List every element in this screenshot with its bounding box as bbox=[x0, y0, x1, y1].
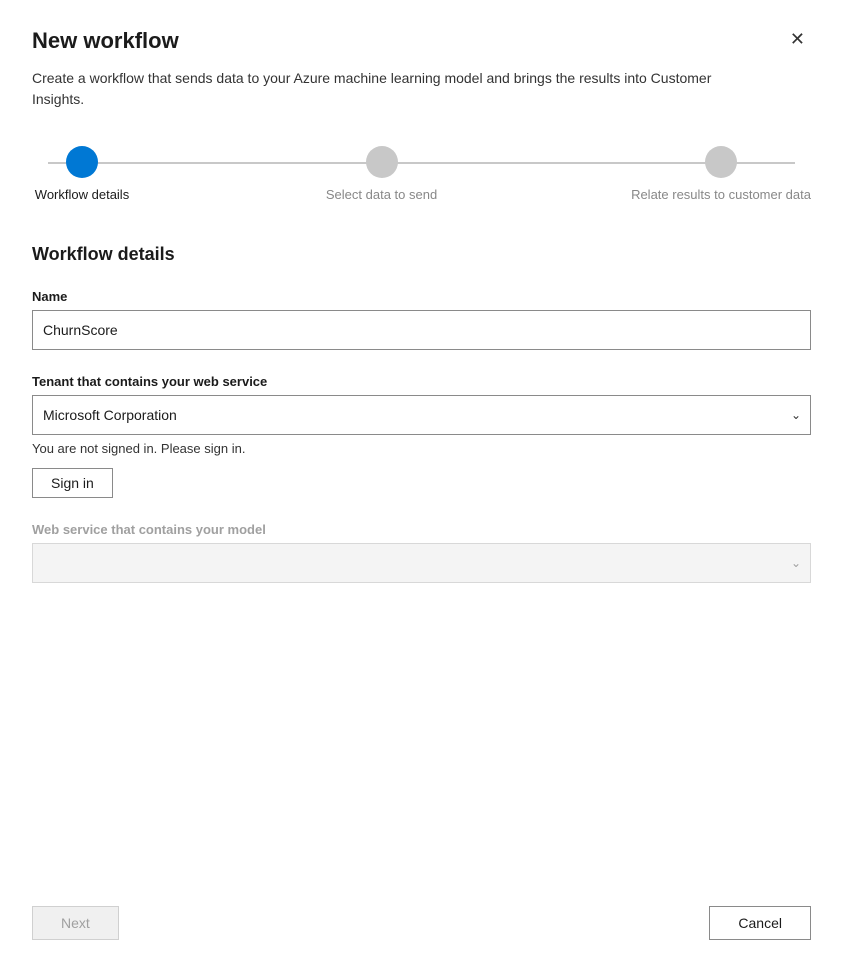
dialog-footer: Next Cancel bbox=[32, 874, 811, 940]
form-section: Workflow details Name Tenant that contai… bbox=[32, 244, 811, 607]
tenant-label: Tenant that contains your web service bbox=[32, 374, 811, 389]
step-1-circle bbox=[66, 146, 98, 178]
dialog-description: Create a workflow that sends data to you… bbox=[32, 68, 712, 110]
dialog-title: New workflow bbox=[32, 28, 179, 54]
tenant-select[interactable]: Microsoft Corporation bbox=[32, 395, 811, 435]
next-button[interactable]: Next bbox=[32, 906, 119, 940]
web-service-field-group: Web service that contains your model ⌄ bbox=[32, 522, 811, 583]
new-workflow-dialog: New workflow ✕ Create a workflow that se… bbox=[0, 0, 843, 972]
step-1-label: Workflow details bbox=[35, 186, 129, 204]
dialog-header: New workflow ✕ bbox=[32, 28, 811, 54]
step-3: Relate results to customer data bbox=[631, 146, 811, 204]
web-service-select bbox=[32, 543, 811, 583]
step-2-label: Select data to send bbox=[326, 186, 437, 204]
web-service-select-wrapper: ⌄ bbox=[32, 543, 811, 583]
sign-in-button[interactable]: Sign in bbox=[32, 468, 113, 498]
stepper-steps: Workflow details Select data to send Rel… bbox=[32, 146, 811, 204]
name-label: Name bbox=[32, 289, 811, 304]
step-3-circle bbox=[705, 146, 737, 178]
close-button[interactable]: ✕ bbox=[784, 28, 811, 50]
section-title: Workflow details bbox=[32, 244, 811, 265]
tenant-field-group: Tenant that contains your web service Mi… bbox=[32, 374, 811, 498]
step-2: Select data to send bbox=[326, 146, 437, 204]
step-2-circle bbox=[366, 146, 398, 178]
web-service-label: Web service that contains your model bbox=[32, 522, 811, 537]
step-3-label: Relate results to customer data bbox=[631, 186, 811, 204]
name-field-group: Name bbox=[32, 289, 811, 350]
sign-in-notice: You are not signed in. Please sign in. bbox=[32, 441, 811, 456]
cancel-button[interactable]: Cancel bbox=[709, 906, 811, 940]
step-1: Workflow details bbox=[32, 146, 132, 204]
name-input[interactable] bbox=[32, 310, 811, 350]
tenant-select-wrapper: Microsoft Corporation ⌄ bbox=[32, 395, 811, 435]
stepper: Workflow details Select data to send Rel… bbox=[32, 146, 811, 204]
